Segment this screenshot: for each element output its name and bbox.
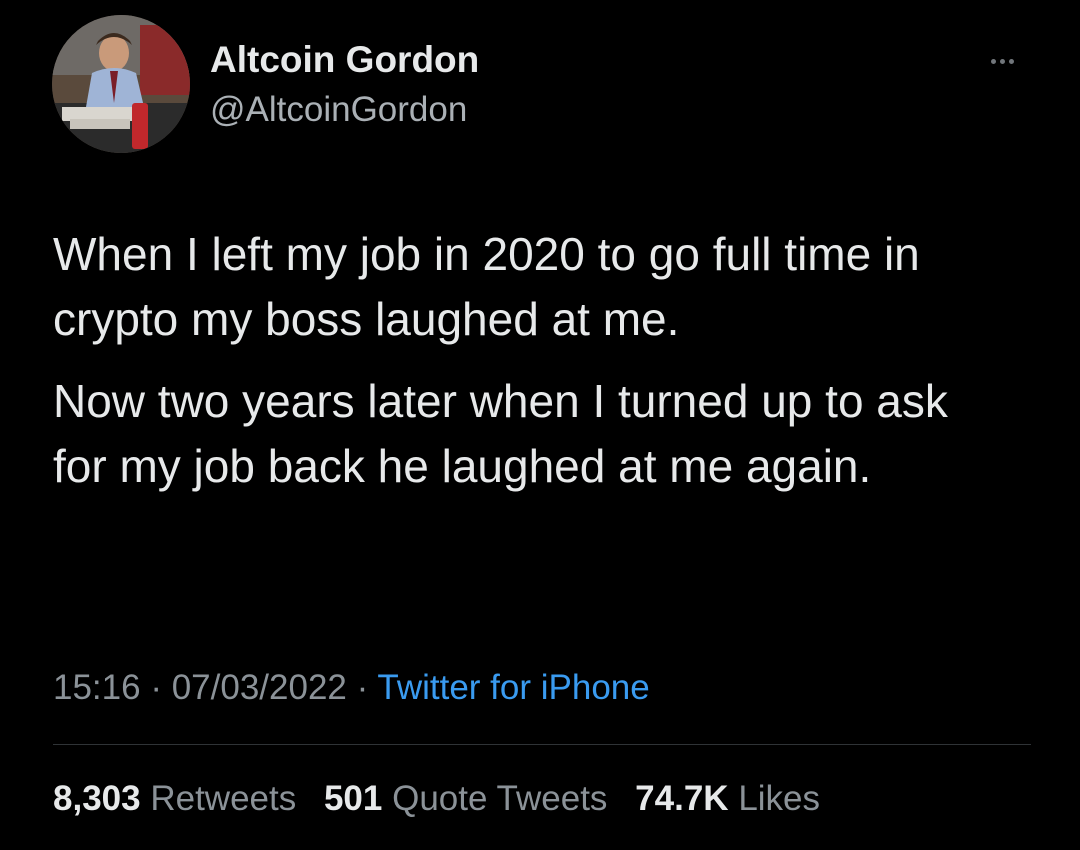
tweet-metadata: 15:16 · 07/03/2022 · Twitter for iPhone — [53, 666, 650, 710]
author-display-name[interactable]: Altcoin Gordon — [210, 38, 479, 82]
tweet-paragraph: Now two years later when I turned up to … — [53, 375, 948, 492]
author-info: Altcoin Gordon @AltcoinGordon — [210, 38, 479, 132]
quote-tweets-label: Quote Tweets — [392, 779, 608, 818]
meta-separator: · — [150, 668, 162, 707]
quote-tweets-stat[interactable]: 501 Quote Tweets — [324, 777, 607, 821]
tweet-paragraph: When I left my job in 2020 to go full ti… — [53, 228, 920, 345]
retweets-stat[interactable]: 8,303 Retweets — [53, 777, 296, 821]
retweets-label: Retweets — [150, 779, 297, 818]
tweet-card: Altcoin Gordon @AltcoinGordon When I lef… — [0, 0, 1080, 850]
more-options-button[interactable] — [978, 46, 1026, 76]
likes-count: 74.7K — [635, 779, 729, 818]
likes-label: Likes — [738, 779, 821, 818]
quote-tweets-count: 501 — [323, 779, 383, 818]
tweet-stats: 8,303 Retweets 501 Quote Tweets 74.7K Li… — [53, 777, 838, 821]
more-horizontal-icon — [1008, 58, 1014, 64]
author-handle[interactable]: @AltcoinGordon — [210, 88, 479, 132]
tweet-time[interactable]: 15:16 — [53, 668, 141, 707]
tweet-date[interactable]: 07/03/2022 — [172, 668, 347, 707]
more-horizontal-icon — [999, 58, 1005, 64]
divider — [53, 744, 1031, 745]
tweet-text: When I left my job in 2020 to go full ti… — [53, 222, 1033, 499]
retweets-count: 8,303 — [53, 779, 141, 818]
likes-stat[interactable]: 74.7K Likes — [635, 777, 820, 821]
avatar-image — [52, 15, 190, 153]
tweet-source-link[interactable]: Twitter for iPhone — [377, 668, 649, 707]
avatar[interactable] — [52, 15, 190, 153]
more-horizontal-icon — [990, 58, 996, 64]
meta-separator: · — [356, 668, 369, 707]
